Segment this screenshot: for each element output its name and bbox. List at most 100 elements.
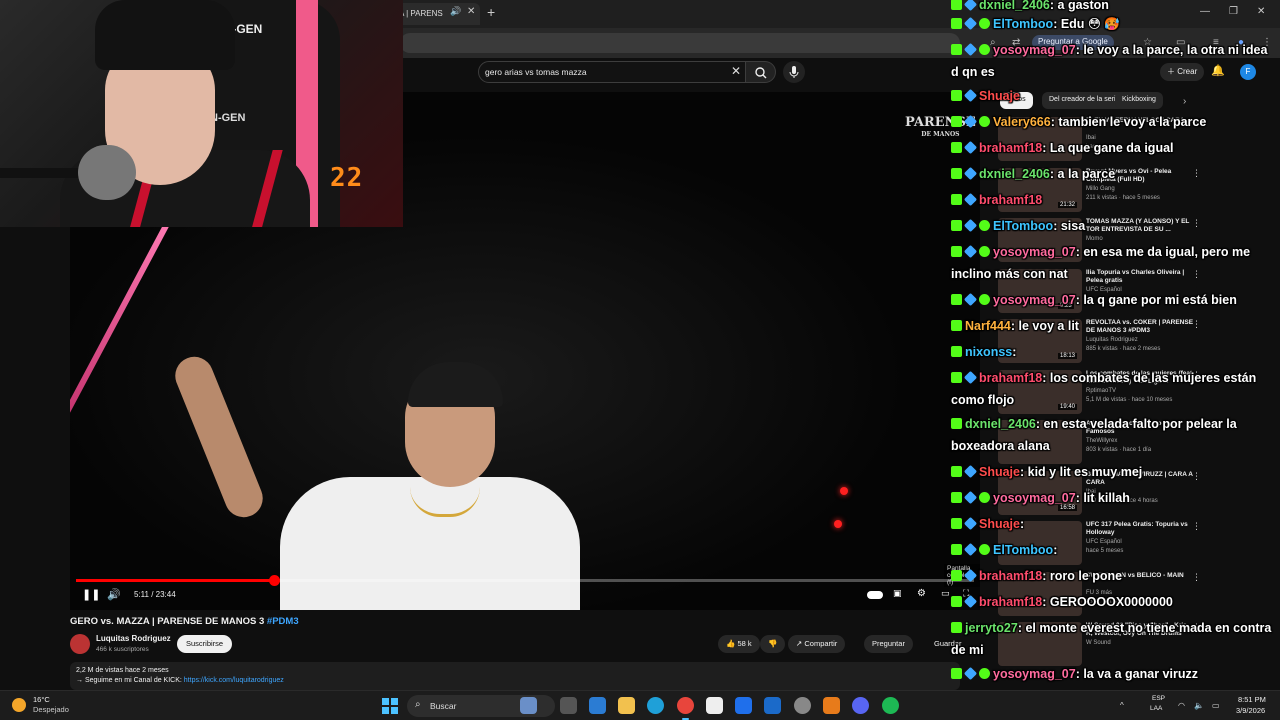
chat-text: : la va a ganar viruzz bbox=[1075, 667, 1198, 681]
volume-icon[interactable]: 🔊 bbox=[107, 588, 121, 601]
chat-username[interactable]: brahamf18 bbox=[979, 595, 1042, 609]
stage-light bbox=[840, 487, 848, 495]
chat-username[interactable]: brahamf18 bbox=[979, 371, 1042, 385]
chat-message: nixonss: bbox=[951, 341, 1277, 363]
gem-badge-icon bbox=[963, 192, 978, 207]
led-number-display: 22 bbox=[330, 163, 364, 193]
chat-username[interactable]: brahamf18 bbox=[979, 193, 1042, 207]
share-button[interactable]: ↗ Compartir bbox=[788, 635, 846, 653]
dislike-button[interactable]: 👎 bbox=[760, 635, 786, 653]
voice-search-button[interactable] bbox=[783, 61, 805, 83]
kick-badge-icon bbox=[951, 194, 962, 205]
widgets-icon[interactable] bbox=[589, 697, 606, 714]
chat-message: brahamf18: los combates de las mujeres e… bbox=[951, 367, 1277, 411]
kick-link[interactable]: https://kick.com/luquitarodriguez bbox=[184, 677, 284, 684]
stage-light bbox=[834, 520, 842, 528]
description-box[interactable]: 2,2 M de vistas hace 2 meses → Seguime e… bbox=[70, 662, 960, 690]
subtitles-icon[interactable]: ▣ bbox=[893, 588, 902, 599]
weather-condition: Despejado bbox=[33, 705, 69, 714]
brave-icon[interactable] bbox=[823, 697, 840, 714]
chat-username[interactable]: yosoymag_07 bbox=[993, 667, 1076, 681]
chat-username[interactable]: ElTomboo bbox=[993, 17, 1053, 31]
search-bar[interactable]: gero arias vs tomas mazza ✕ bbox=[478, 61, 746, 83]
chat-message: yosoymag_07: la q gane por mi está bien bbox=[951, 289, 1277, 311]
vscode-icon[interactable] bbox=[735, 697, 752, 714]
pause-icon[interactable]: ❚❚ bbox=[82, 588, 100, 601]
chat-username[interactable]: jerryto27 bbox=[965, 621, 1018, 635]
gem-badge-icon bbox=[963, 666, 978, 681]
settings-gear-icon[interactable]: ⚙ bbox=[917, 588, 926, 599]
chat-username[interactable]: Shuaje bbox=[979, 517, 1020, 531]
steam-icon[interactable] bbox=[794, 697, 811, 714]
progress-bar[interactable] bbox=[76, 575, 974, 586]
like-button[interactable]: 👍 58 k bbox=[718, 635, 760, 653]
chat-username[interactable]: dxniel_2406 bbox=[979, 167, 1050, 181]
chat-username[interactable]: brahamf18 bbox=[979, 141, 1042, 155]
subscribe-button[interactable]: Suscribirse bbox=[177, 635, 233, 653]
chrome-icon[interactable] bbox=[677, 697, 694, 720]
store-icon[interactable] bbox=[706, 697, 723, 714]
chat-message: Shuaje: bbox=[951, 513, 1277, 535]
chat-message: Valery666: tambien le voy a la parce bbox=[951, 111, 1277, 133]
taskbar-app-photos-icon[interactable] bbox=[520, 697, 537, 714]
file-explorer-icon[interactable] bbox=[618, 697, 635, 714]
input-layout[interactable]: LAA bbox=[1150, 705, 1162, 712]
chat-username[interactable]: yosoymag_07 bbox=[993, 43, 1076, 57]
autoplay-toggle[interactable] bbox=[867, 591, 883, 599]
battery-icon[interactable]: ▭ bbox=[1212, 701, 1220, 710]
windows-start-icon[interactable] bbox=[382, 698, 398, 714]
search-button[interactable] bbox=[746, 61, 776, 83]
chat-username[interactable]: yosoymag_07 bbox=[993, 245, 1076, 259]
spotify-icon[interactable] bbox=[882, 697, 899, 714]
clock-time[interactable]: 8:51 PM bbox=[1238, 695, 1266, 704]
channel-name[interactable]: Luquitas Rodriguez bbox=[96, 634, 171, 643]
chat-username[interactable]: ElTomboo bbox=[993, 219, 1053, 233]
progress-scrubber[interactable] bbox=[268, 575, 280, 586]
channel-avatar[interactable] bbox=[70, 634, 90, 654]
gem-badge-icon bbox=[963, 292, 978, 307]
input-language[interactable]: ESP bbox=[1152, 695, 1165, 702]
chat-message: jerryto27: el monte everest no tiene mad… bbox=[951, 617, 1277, 661]
kick-badge-icon bbox=[951, 668, 962, 679]
edge-icon[interactable] bbox=[647, 697, 664, 714]
chat-username[interactable]: Valery666 bbox=[993, 115, 1051, 129]
gem-badge-icon bbox=[963, 490, 978, 505]
task-view-icon[interactable] bbox=[560, 697, 577, 714]
chat-username[interactable]: yosoymag_07 bbox=[993, 491, 1076, 505]
chat-username[interactable]: dxniel_2406 bbox=[979, 0, 1050, 12]
gem-badge-icon bbox=[963, 464, 978, 479]
star-badge-icon bbox=[979, 294, 990, 305]
wifi-icon[interactable]: ◠ bbox=[1178, 701, 1185, 710]
windows-taskbar: 16°C Despejado ⌕ Buscar ^ ESP LAA ◠ 🔈 ▭ … bbox=[0, 690, 1280, 720]
discord-icon[interactable] bbox=[852, 697, 869, 714]
mail-icon[interactable] bbox=[764, 697, 781, 714]
chat-message: brahamf18: La que gane da igual bbox=[951, 137, 1277, 159]
weather-moon-icon[interactable] bbox=[12, 698, 26, 712]
ask-button[interactable]: Preguntar bbox=[864, 635, 913, 653]
chat-username[interactable]: Shuaje bbox=[979, 465, 1020, 479]
gem-badge-icon bbox=[963, 568, 978, 583]
clear-search-icon[interactable]: ✕ bbox=[731, 64, 741, 78]
chat-message: brahamf18: roro le pone bbox=[951, 565, 1277, 587]
close-tab-icon[interactable]: ✕ bbox=[467, 6, 475, 17]
clock-date[interactable]: 3/9/2026 bbox=[1236, 706, 1265, 715]
chat-message: Shuaje: kid y lit es muy mej bbox=[951, 461, 1277, 483]
chat-username[interactable]: nixonss bbox=[965, 345, 1012, 359]
microphone bbox=[78, 145, 136, 200]
search-input[interactable]: gero arias vs tomas mazza bbox=[485, 67, 587, 77]
url-field[interactable] bbox=[400, 33, 960, 53]
tray-chevron-up-icon[interactable]: ^ bbox=[1120, 701, 1124, 710]
chat-username[interactable]: brahamf18 bbox=[979, 569, 1042, 583]
kick-badge-icon bbox=[951, 90, 962, 101]
view-count: 2,2 M de vistas hace 2 meses bbox=[76, 667, 169, 674]
speaker-icon[interactable]: 🔊 bbox=[450, 6, 461, 17]
volume-tray-icon[interactable]: 🔈 bbox=[1194, 701, 1204, 710]
video-hashtag[interactable]: #PDM3 bbox=[267, 616, 299, 627]
chat-username[interactable]: Narf444 bbox=[965, 319, 1011, 333]
gem-badge-icon bbox=[963, 516, 978, 531]
new-tab-icon[interactable]: + bbox=[487, 4, 495, 20]
chat-username[interactable]: Shuaje bbox=[979, 89, 1020, 103]
chat-username[interactable]: ElTomboo bbox=[993, 543, 1053, 557]
chat-username[interactable]: yosoymag_07 bbox=[993, 293, 1076, 307]
chat-username[interactable]: dxniel_2406 bbox=[965, 417, 1036, 431]
